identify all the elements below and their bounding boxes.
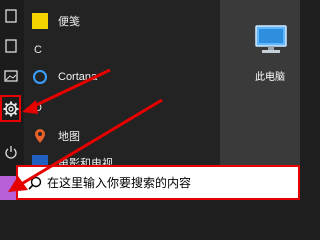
document-icon[interactable]: [3, 8, 19, 24]
power-icon[interactable]: [3, 144, 19, 160]
desktop-area: 此电脑: [220, 0, 300, 176]
start-menu-rail: [0, 0, 24, 176]
start-button[interactable]: [0, 176, 16, 200]
search-icon: [28, 176, 42, 190]
search-placeholder[interactable]: 在这里输入你要搜索的内容: [47, 174, 191, 191]
picture-icon[interactable]: [3, 68, 19, 84]
list-item-label: Cortana: [58, 71, 98, 83]
map-pin-icon: [32, 128, 48, 144]
section-letter-c[interactable]: C: [34, 44, 42, 56]
cortana-icon: [32, 69, 48, 85]
document-icon[interactable]: [3, 38, 19, 54]
app-list: 便笺 C Cortana D 地图 电影和电视: [24, 0, 220, 176]
list-item-label: 便笺: [58, 16, 80, 28]
this-pc-label[interactable]: 此电脑: [240, 68, 300, 83]
list-item-maps[interactable]: 地图: [32, 125, 80, 147]
list-item-label: 地图: [58, 131, 80, 143]
sticky-notes-icon: [32, 13, 48, 29]
settings-highlight-box: [0, 95, 21, 122]
list-item-sticky-notes[interactable]: 便笺: [32, 10, 80, 32]
this-pc-icon[interactable]: [252, 22, 290, 62]
list-item-cortana[interactable]: Cortana: [32, 66, 97, 88]
search-box[interactable]: 在这里输入你要搜索的内容: [16, 165, 300, 200]
section-letter-d[interactable]: D: [34, 102, 42, 114]
